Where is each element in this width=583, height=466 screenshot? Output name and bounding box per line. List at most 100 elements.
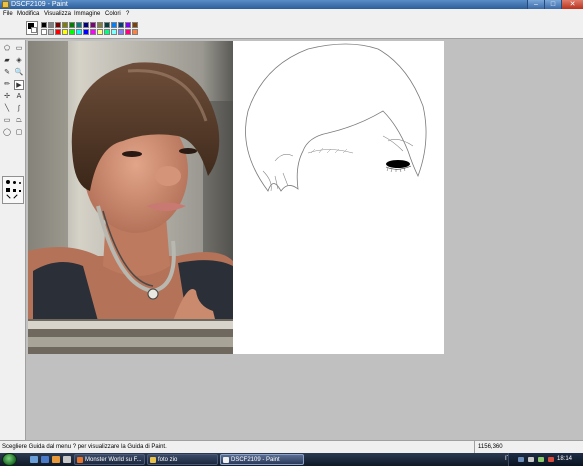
palette-swatch[interactable] — [111, 29, 117, 35]
windows-taskbar: Monster World su F... foto zio DSCF2109 … — [0, 453, 583, 466]
menu-file[interactable]: File — [3, 9, 13, 19]
palette-swatch[interactable] — [55, 22, 61, 28]
paint-window: DSCF2109 - Paint – □ ✕ File Modifica Vis… — [0, 0, 583, 466]
menu-colori[interactable]: Colori — [105, 9, 121, 19]
palette-swatch[interactable] — [104, 29, 110, 35]
palette-swatch[interactable] — [76, 22, 82, 28]
brush-size-small[interactable] — [19, 182, 21, 184]
taskbar-button-label: DSCF2109 - Paint — [231, 457, 280, 463]
ellipse-tool[interactable]: ◯ — [2, 128, 12, 138]
menu-modifica[interactable]: Modifica — [17, 9, 39, 19]
status-bar: Scegliere Guida dal menu ? per visualizz… — [0, 440, 583, 453]
text-icon: A — [16, 93, 22, 100]
polygon-tool[interactable]: ⏢ — [14, 116, 24, 126]
brush-size-medium[interactable] — [13, 181, 16, 184]
magnifier-icon: 🔍 — [14, 69, 24, 76]
menu-immagine[interactable]: Immagine — [74, 9, 100, 19]
canvas-workspace[interactable] — [27, 40, 583, 440]
paint-app-icon[interactable] — [2, 1, 9, 8]
toolbox: ⬠ ▭ ▰ ◈ ✎ 🔍 ✏ ▶ ✢ A ╲ ∫ ▭ ⏢ ◯ ▢ — [0, 40, 26, 440]
palette-swatch[interactable] — [90, 22, 96, 28]
close-button[interactable]: ✕ — [561, 0, 583, 9]
tray-app-icon[interactable] — [538, 457, 544, 462]
brush-size-large[interactable] — [6, 180, 10, 184]
photo-portrait — [28, 41, 233, 354]
maximize-button[interactable]: □ — [544, 0, 561, 9]
palette-swatch[interactable] — [132, 29, 138, 35]
menu-bar: File Modifica Visualizza Immagine Colori… — [0, 9, 583, 19]
volume-icon[interactable] — [528, 457, 534, 462]
palette-swatch[interactable] — [111, 22, 117, 28]
brush-slash-large[interactable] — [6, 194, 11, 199]
rectangle-tool[interactable]: ▭ — [2, 116, 12, 126]
palette-swatch[interactable] — [69, 29, 75, 35]
palette-swatch[interactable] — [55, 29, 61, 35]
palette-swatch[interactable] — [83, 29, 89, 35]
palette-swatch[interactable] — [125, 29, 131, 35]
drawing-canvas[interactable] — [28, 41, 444, 354]
minimize-button[interactable]: – — [527, 0, 544, 9]
palette-swatch[interactable] — [90, 29, 96, 35]
paint-icon — [223, 457, 229, 463]
palette-swatch[interactable] — [83, 22, 89, 28]
curve-tool[interactable]: ∫ — [14, 104, 24, 114]
pencil-sketch — [245, 43, 427, 192]
palette-swatch[interactable] — [41, 22, 47, 28]
magnifier-tool[interactable]: 🔍 — [14, 68, 24, 78]
switch-windows-icon[interactable] — [41, 456, 49, 463]
brush-square-small[interactable] — [19, 190, 21, 192]
quicklaunch-icon[interactable] — [63, 456, 71, 463]
fill-tool[interactable]: ◈ — [14, 56, 24, 66]
palette-swatch[interactable] — [125, 22, 131, 28]
palette-swatch[interactable] — [132, 22, 138, 28]
rect-select-tool[interactable]: ▭ — [14, 44, 24, 54]
palette-swatch[interactable] — [41, 29, 47, 35]
palette-swatch[interactable] — [104, 22, 110, 28]
color-picker-tool[interactable]: ✎ — [2, 68, 12, 78]
brush-backslash-large[interactable] — [13, 194, 18, 199]
security-icon[interactable] — [548, 457, 554, 462]
line-icon: ╲ — [4, 105, 10, 112]
rectangle-icon: ▭ — [3, 117, 11, 124]
free-select-tool[interactable]: ⬠ — [2, 44, 12, 54]
taskbar-button-monster-world[interactable]: Monster World su F... — [74, 454, 145, 465]
airbrush-tool[interactable]: ✢ — [2, 92, 12, 102]
palette-swatch[interactable] — [62, 29, 68, 35]
palette-swatch[interactable] — [118, 22, 124, 28]
start-button[interactable] — [2, 453, 17, 466]
background-color — [31, 27, 37, 33]
menu-visualizza[interactable]: Visualizza — [44, 9, 71, 19]
brush-icon: ▶ — [16, 82, 22, 89]
color-palette — [0, 19, 583, 39]
eyedropper-icon: ✎ — [4, 69, 10, 76]
palette-swatch[interactable] — [118, 29, 124, 35]
show-desktop-icon[interactable] — [30, 456, 38, 463]
palette-swatch[interactable] — [97, 22, 103, 28]
network-icon[interactable] — [518, 457, 524, 462]
clock[interactable]: 18:14 — [557, 453, 572, 466]
brush-tool[interactable]: ▶ — [14, 80, 24, 90]
text-tool[interactable]: A — [14, 92, 24, 102]
palette-swatch[interactable] — [97, 29, 103, 35]
rounded-rect-tool[interactable]: ▢ — [14, 128, 24, 138]
palette-swatch[interactable] — [48, 29, 54, 35]
palette-swatch[interactable] — [48, 22, 54, 28]
title-bar[interactable]: DSCF2109 - Paint – □ ✕ — [0, 0, 583, 9]
pencil-tool[interactable]: ✏ — [2, 80, 12, 90]
window-title: DSCF2109 - Paint — [11, 1, 68, 8]
palette-swatch[interactable] — [69, 22, 75, 28]
palette-swatch[interactable] — [76, 29, 82, 35]
palette-swatch[interactable] — [62, 22, 68, 28]
brush-square-medium[interactable] — [13, 189, 16, 192]
eraser-tool[interactable]: ▰ — [2, 56, 12, 66]
taskbar-button-foto-zio[interactable]: foto zio — [147, 454, 218, 465]
line-tool[interactable]: ╲ — [2, 104, 12, 114]
brush-square-large[interactable] — [6, 188, 10, 192]
taskbar-button-paint[interactable]: DSCF2109 - Paint — [220, 454, 304, 465]
tool-options-panel[interactable] — [2, 176, 24, 204]
browser-icon[interactable] — [52, 456, 60, 463]
current-colors-indicator[interactable] — [26, 21, 38, 35]
rect-select-icon: ▭ — [15, 45, 23, 52]
menu-help[interactable]: ? — [126, 9, 129, 19]
pencil-icon: ✏ — [4, 81, 10, 88]
